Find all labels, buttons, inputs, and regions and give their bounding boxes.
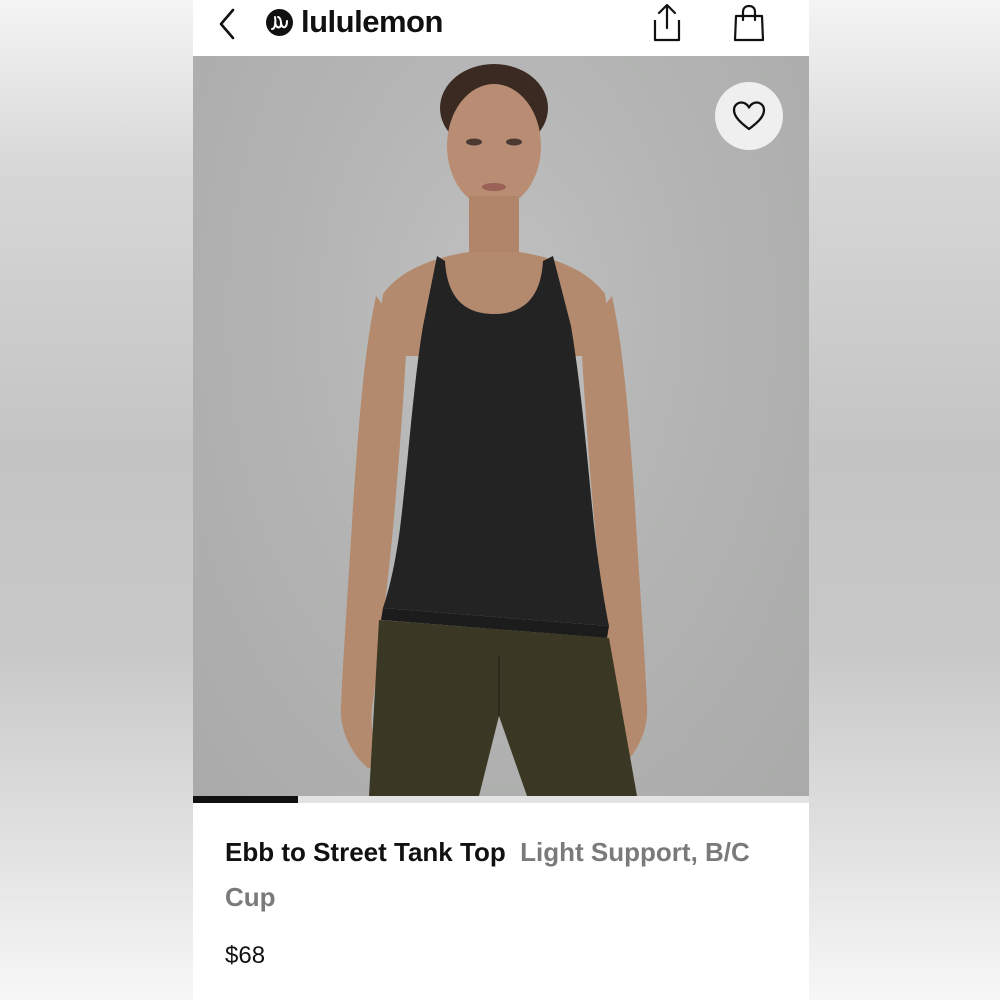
lululemon-logo-icon <box>266 9 293 36</box>
right-background-blur <box>809 0 1000 1000</box>
left-background-blur <box>0 0 193 1000</box>
image-gallery-progress-bar <box>193 796 809 803</box>
favorite-button[interactable] <box>715 82 783 150</box>
heart-icon <box>732 101 766 131</box>
product-title-block: Ebb to Street Tank Top Light Support, B/… <box>225 830 785 920</box>
top-navigation-bar: lululemon <box>193 0 809 56</box>
brand-name[interactable]: lululemon <box>301 4 443 40</box>
share-button[interactable] <box>647 2 687 44</box>
app-screen: lululemon Ebb to Street Tank Top Light S… <box>193 0 809 1000</box>
share-icon <box>653 3 681 42</box>
chevron-left-icon <box>219 8 235 40</box>
shopping-bag-button[interactable] <box>730 2 768 44</box>
back-button[interactable] <box>211 6 247 42</box>
shopping-bag-icon <box>733 4 765 42</box>
product-price: $68 <box>225 942 266 969</box>
product-image-gallery[interactable] <box>193 56 809 796</box>
image-gallery-progress-fill <box>193 796 298 803</box>
product-name: Ebb to Street Tank Top <box>225 837 506 867</box>
product-photo-model <box>340 64 648 796</box>
